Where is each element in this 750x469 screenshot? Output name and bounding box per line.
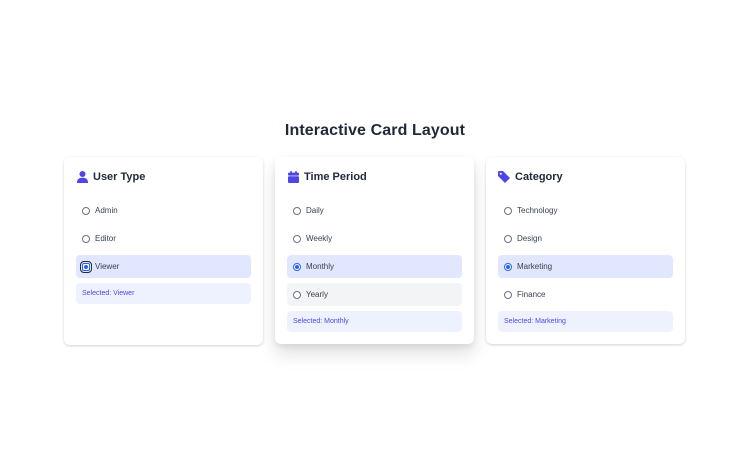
- card-header: Time Period: [287, 169, 462, 185]
- card-user-type: User Type Admin Editor Viewer Selected: …: [64, 157, 263, 345]
- radio-button[interactable]: [80, 260, 92, 273]
- option-technology[interactable]: Technology: [498, 199, 673, 222]
- radio-button[interactable]: [293, 234, 301, 243]
- option-marketing[interactable]: Marketing: [498, 255, 673, 278]
- radio-button[interactable]: [504, 234, 512, 243]
- calendar-icon: [287, 170, 299, 184]
- option-label: Monthly: [306, 262, 335, 271]
- card-category: Category Technology Design Marketing Fin…: [486, 157, 685, 344]
- option-label: Viewer: [95, 262, 120, 271]
- option-label: Technology: [517, 206, 558, 215]
- tag-icon: [498, 170, 510, 184]
- option-label: Yearly: [306, 290, 328, 299]
- card-title: Time Period: [304, 171, 367, 183]
- user-icon: [76, 170, 88, 184]
- option-editor[interactable]: Editor: [76, 227, 251, 250]
- option-finance[interactable]: Finance: [498, 283, 673, 306]
- page-title: Interactive Card Layout: [284, 122, 466, 139]
- option-admin[interactable]: Admin: [76, 199, 251, 222]
- radio-button[interactable]: [82, 234, 90, 243]
- radio-button[interactable]: [504, 290, 512, 299]
- option-label: Weekly: [306, 234, 333, 243]
- selected-summary: Selected: Viewer: [76, 283, 251, 304]
- card-header: User Type: [76, 169, 251, 185]
- option-label: Finance: [517, 290, 546, 299]
- option-design[interactable]: Design: [498, 227, 673, 250]
- card-header: Category: [498, 169, 673, 185]
- option-monthly[interactable]: Monthly: [287, 255, 462, 278]
- option-label: Daily: [306, 206, 324, 215]
- option-daily[interactable]: Daily: [287, 199, 462, 222]
- radio-button[interactable]: [504, 206, 512, 215]
- option-label: Design: [517, 234, 542, 243]
- radio-button[interactable]: [293, 206, 301, 215]
- radio-button[interactable]: [293, 290, 301, 299]
- selected-summary: Selected: Marketing: [498, 311, 673, 332]
- option-label: Marketing: [517, 262, 553, 271]
- card-title: User Type: [93, 171, 146, 183]
- option-viewer[interactable]: Viewer: [76, 255, 251, 278]
- page: Interactive Card Layout User Type Admin …: [0, 0, 750, 469]
- radio-button[interactable]: [504, 262, 512, 271]
- option-label: Admin: [95, 206, 118, 215]
- option-weekly[interactable]: Weekly: [287, 227, 462, 250]
- radio-button[interactable]: [82, 206, 90, 215]
- card-title: Category: [515, 171, 563, 183]
- selected-summary: Selected: Monthly: [287, 311, 462, 332]
- option-yearly[interactable]: Yearly: [287, 283, 462, 306]
- card-time-period: Time Period Daily Weekly Monthly Yearly …: [275, 157, 474, 344]
- radio-button[interactable]: [293, 262, 301, 271]
- option-label: Editor: [95, 234, 116, 243]
